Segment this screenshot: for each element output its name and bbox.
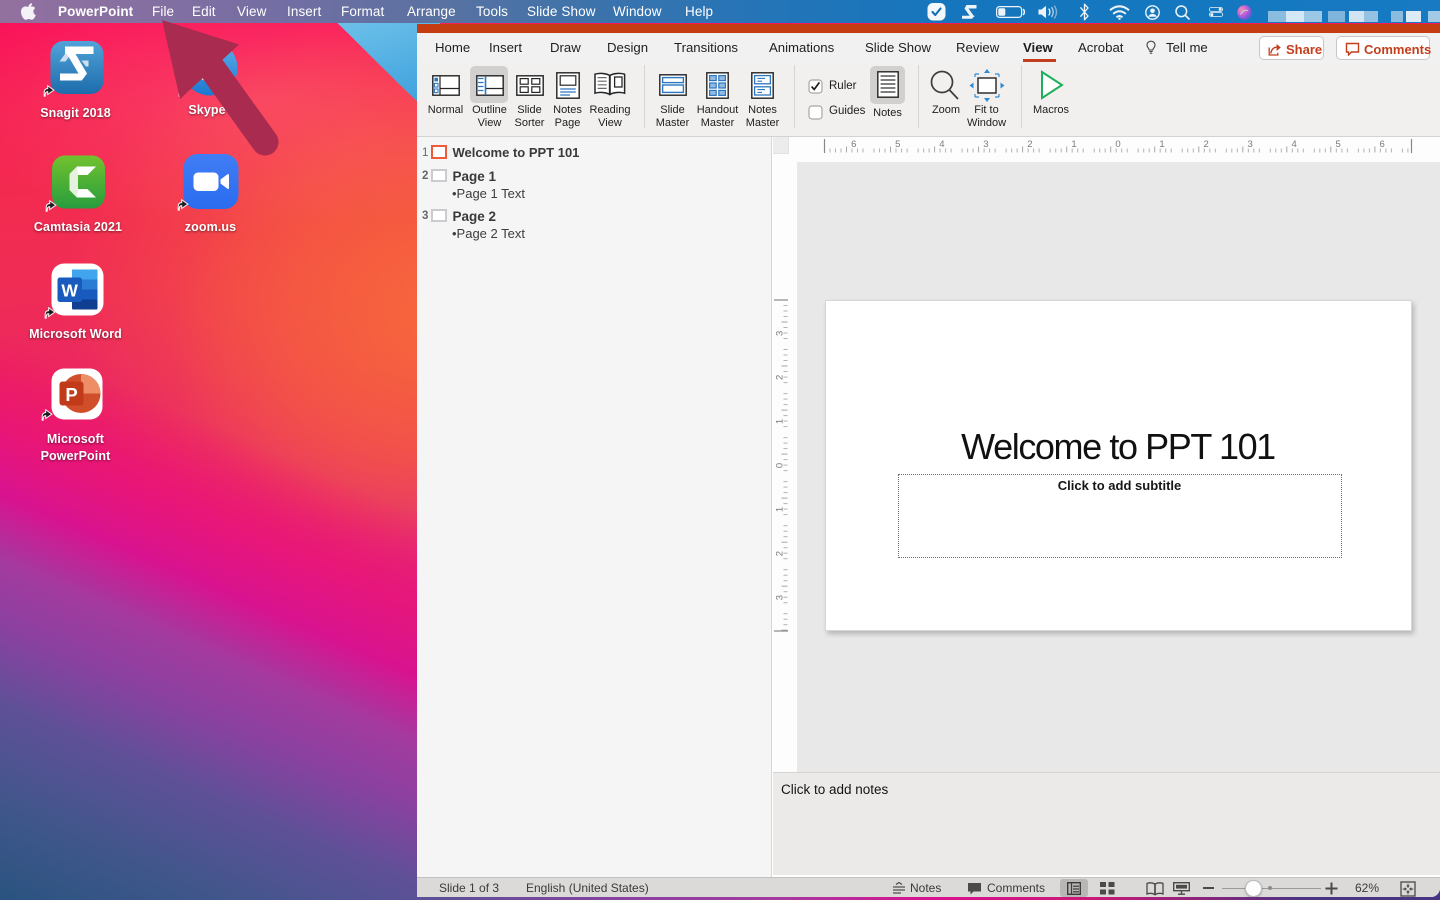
svg-text:4: 4 [1291, 139, 1296, 150]
svg-text:3: 3 [775, 331, 786, 336]
svg-text:6: 6 [1380, 139, 1385, 150]
svg-text:3: 3 [1247, 139, 1252, 150]
svg-text:0: 0 [775, 463, 786, 468]
svg-text:1: 1 [775, 419, 786, 424]
svg-text:2: 2 [775, 375, 786, 380]
svg-text:2: 2 [775, 551, 786, 556]
svg-text:3: 3 [775, 595, 786, 600]
svg-text:0: 0 [1115, 139, 1120, 150]
svg-text:1: 1 [1159, 139, 1164, 150]
svg-text:3: 3 [983, 139, 988, 150]
svg-text:1: 1 [775, 507, 786, 512]
svg-text:P: P [65, 384, 77, 405]
svg-text:2: 2 [1027, 139, 1032, 150]
svg-text:5: 5 [1335, 139, 1340, 150]
svg-text:1: 1 [1071, 139, 1076, 150]
svg-text:6: 6 [851, 139, 856, 150]
svg-text:5: 5 [895, 139, 900, 150]
svg-text:2: 2 [1203, 139, 1208, 150]
svg-text:W: W [61, 281, 78, 301]
svg-text:4: 4 [939, 139, 944, 150]
